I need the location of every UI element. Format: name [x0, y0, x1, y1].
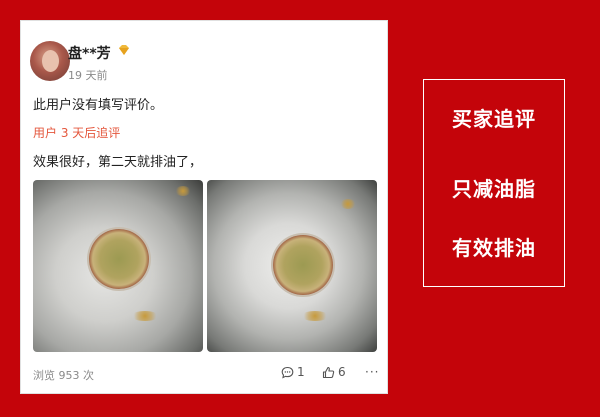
grease-residue: [131, 311, 159, 321]
comment-bubble-icon: [281, 366, 294, 379]
promo-banner: 买家追评 只减油脂 有效排油: [423, 79, 565, 287]
review-text: 此用户没有填写评价。: [33, 98, 164, 113]
more-options-button[interactable]: ···: [365, 365, 379, 379]
review-photo-1[interactable]: [33, 180, 203, 352]
username[interactable]: 盘**芳: [68, 43, 111, 63]
vip-diamond-icon: [119, 45, 129, 55]
banner-line-1: 买家追评: [452, 107, 536, 131]
followup-label: 用户 3 天后追评: [33, 126, 121, 140]
post-time: 19 天前: [68, 69, 108, 82]
avatar-face: [42, 50, 59, 72]
grease-residue: [175, 186, 191, 196]
like-count: 6: [338, 365, 346, 379]
comment-count: 1: [297, 365, 305, 379]
review-photo-2[interactable]: [207, 180, 377, 352]
comment-button[interactable]: 1: [281, 365, 305, 379]
banner-line-3: 有效排油: [452, 236, 536, 260]
like-button[interactable]: 6: [322, 365, 346, 379]
grease-residue: [301, 311, 329, 321]
thumb-up-icon: [322, 366, 335, 379]
drain: [89, 229, 149, 289]
view-count: 浏览 953 次: [33, 369, 94, 382]
drain: [273, 235, 333, 295]
review-card: 盘**芳 19 天前 此用户没有填写评价。 用户 3 天后追评 效果很好，第二天…: [20, 20, 388, 394]
banner-line-2: 只减油脂: [452, 177, 536, 201]
avatar[interactable]: [30, 41, 70, 81]
followup-text: 效果很好，第二天就排油了，: [33, 155, 203, 170]
grease-residue: [340, 199, 356, 209]
